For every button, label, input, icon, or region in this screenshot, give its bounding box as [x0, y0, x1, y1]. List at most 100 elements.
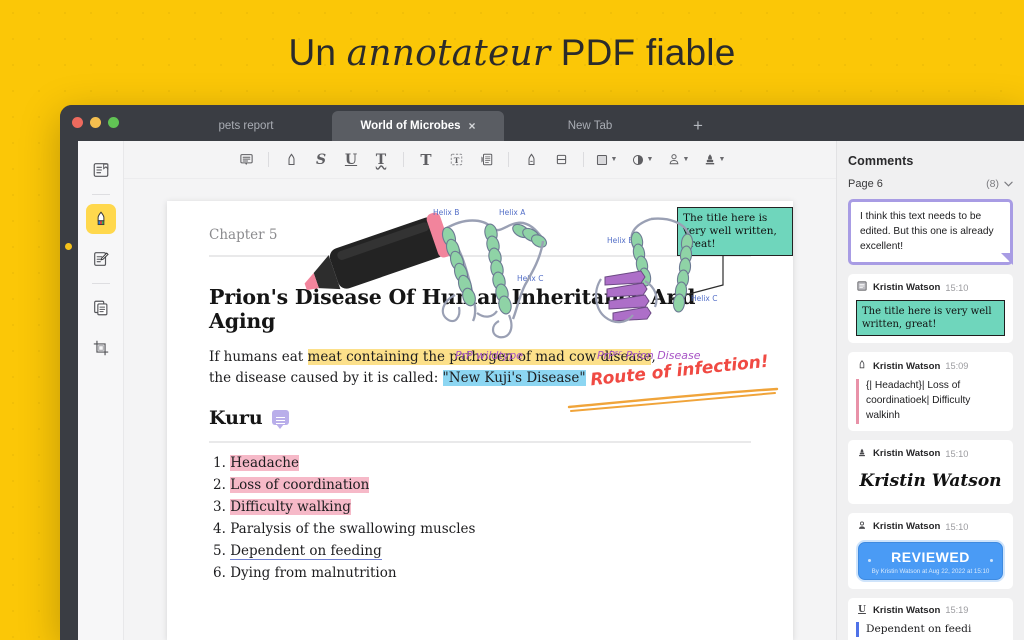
list-text[interactable]: Headache [230, 454, 299, 471]
document-viewport[interactable]: Chapter 5 The title here is very well wr… [124, 179, 836, 640]
list-text: Paralysis of the swallowing muscles [230, 520, 476, 537]
comment-card-highlight[interactable]: Kristin Watson 15:09 {| Headacht}| Loss … [848, 352, 1013, 431]
text-callout-icon[interactable] [472, 147, 500, 173]
comment-time: 15:10 [945, 521, 969, 532]
paragraph-line2-plain: the disease caused by it is called: [209, 369, 443, 386]
chevron-down-icon[interactable]: ▼ [611, 156, 618, 163]
kuru-heading-text: Kuru [209, 406, 263, 429]
close-window-button[interactable] [72, 117, 83, 128]
maximize-window-button[interactable] [108, 117, 119, 128]
symptoms-list: 1. Headache 2. Loss of coordination 3. D… [209, 208, 751, 583]
signature-icon[interactable]: ▼ [700, 147, 728, 173]
strikethrough-icon[interactable]: S [307, 147, 335, 173]
comment-time: 15:09 [945, 361, 969, 372]
pages-copy-icon[interactable] [86, 293, 116, 323]
tab-strip: pets report World of Microbes × New Tab … [160, 105, 720, 141]
hero-title-italic: annotateur [346, 32, 551, 74]
window-titlebar: pets report World of Microbes × New Tab … [60, 105, 1024, 141]
list-text[interactable]: Difficulty walking [230, 498, 351, 515]
tab-label: New Tab [567, 120, 613, 132]
crop-icon[interactable] [86, 333, 116, 363]
comment-card-signature[interactable]: Kristin Watson 15:10 Kristin Watson [848, 439, 1013, 504]
tab-pets-report[interactable]: pets report [160, 111, 332, 141]
toolbar-divider [403, 152, 404, 167]
stamp-dot-left [868, 558, 871, 562]
toolbar-divider [508, 152, 509, 167]
rail-divider [91, 283, 110, 284]
sidebar-collapse-handle[interactable] [65, 243, 72, 250]
text-box-icon [856, 281, 868, 294]
shape-rectangle-icon[interactable]: ▼ [592, 147, 620, 173]
protein-structure-figures: Helix B Helix A Helix C PrP wildtype Hel… [433, 208, 717, 362]
tool-sidebar [78, 141, 124, 640]
app-window: pets report World of Microbes × New Tab … [60, 105, 1024, 640]
comment-card-header: Kristin Watson 15:10 [856, 520, 1005, 534]
stamp-title: REVIEWED [891, 548, 970, 565]
comments-page-group[interactable]: Page 6 (8) [848, 178, 1013, 190]
shape-circle-icon[interactable]: ▼ [628, 147, 656, 173]
highlighter-pen-icon[interactable] [277, 147, 305, 173]
comment-author: Kristin Watson [873, 604, 941, 616]
comment-body-quote: Dependent on feedi [856, 621, 1005, 637]
chevron-down-icon[interactable] [1004, 178, 1013, 190]
figure-caption-prion: PrPsc Prion Disease [597, 349, 701, 362]
comments-panel: Comments Page 6 (8) I think this text ne… [836, 141, 1024, 640]
highlight-blue[interactable]: "New Kuji's Disease" [442, 369, 586, 386]
comment-body-signature: Kristin Watson [859, 470, 1002, 491]
list-number: 3. [213, 498, 226, 515]
tab-world-of-microbes[interactable]: World of Microbes × [332, 111, 504, 141]
text-tool-icon[interactable]: T [412, 147, 440, 173]
editor-column: S U T T T ▼ ▼ ▼ ▼ Chapter 5 The title he… [124, 141, 836, 640]
comment-card-header: Kristin Watson 15:09 [856, 359, 1005, 373]
svg-text:T: T [453, 156, 459, 165]
underline-icon: U [858, 605, 866, 616]
tab-new-tab[interactable]: New Tab [504, 111, 676, 141]
hero-title-after: PDF fiable [550, 31, 736, 73]
comment-note-icon[interactable] [232, 147, 260, 173]
page-title: Un annotateur PDF fiable [288, 32, 735, 74]
comment-author: Kristin Watson [873, 282, 941, 294]
highlighter-icon[interactable] [85, 204, 116, 234]
comment-author: Kristin Watson [873, 360, 941, 372]
tab-label: pets report [218, 120, 274, 132]
list-number: 1. [213, 454, 226, 471]
figure-caption-wildtype: PrP wildtype [455, 349, 523, 362]
text-box-icon[interactable]: T [442, 147, 470, 173]
list-item: 5. Dependent on feeding [213, 543, 751, 561]
comment-card-underline[interactable]: U Kristin Watson 15:19 Dependent on feed… [848, 597, 1013, 640]
annotate-edit-icon[interactable] [86, 244, 116, 274]
rail-divider [91, 194, 110, 195]
hero-title-before: Un [288, 31, 347, 73]
comments-count: (8) [986, 178, 999, 190]
comment-author: Kristin Watson [873, 448, 941, 460]
signature-icon [856, 447, 868, 461]
list-text[interactable]: Loss of coordination [230, 476, 370, 493]
list-text[interactable]: Dependent on feeding [230, 543, 382, 561]
list-number: 5. [213, 543, 226, 560]
add-tab-button[interactable]: + [676, 111, 720, 141]
chevron-down-icon[interactable]: ▼ [719, 156, 726, 163]
comment-time: 15:10 [945, 282, 969, 293]
comment-card-teal[interactable]: Kristin Watson 15:10 The title here is v… [848, 274, 1013, 344]
comment-note-icon[interactable] [271, 410, 289, 430]
chevron-down-icon[interactable]: ▼ [647, 156, 654, 163]
minimize-window-button[interactable] [90, 117, 101, 128]
stamp-icon [856, 520, 868, 534]
comment-card-bubble[interactable]: I think this text needs to be edited. Bu… [848, 199, 1013, 266]
app-body: S U T T T ▼ ▼ ▼ ▼ Chapter 5 The title he… [60, 141, 1024, 640]
comments-page-label: Page 6 [848, 178, 883, 190]
close-icon[interactable]: × [469, 120, 476, 132]
stamp-icon[interactable]: ▼ [664, 147, 692, 173]
list-text: Dying from malnutrition [230, 565, 397, 582]
list-number: 6. [213, 565, 226, 582]
comment-card-stamp[interactable]: Kristin Watson 15:10 REVIEWED By Kristin… [848, 512, 1013, 589]
underline-icon[interactable]: U [337, 147, 365, 173]
annotation-toolbar: S U T T T ▼ ▼ ▼ ▼ [124, 141, 836, 179]
chevron-down-icon[interactable]: ▼ [683, 156, 690, 163]
document-view-icon[interactable] [86, 155, 116, 185]
comments-page-meta: (8) [986, 178, 1013, 190]
pen-icon[interactable] [517, 147, 545, 173]
sidebar-collapse-rail [60, 141, 86, 640]
eraser-icon[interactable] [547, 147, 575, 173]
squiggly-underline-icon[interactable]: T [367, 147, 395, 173]
